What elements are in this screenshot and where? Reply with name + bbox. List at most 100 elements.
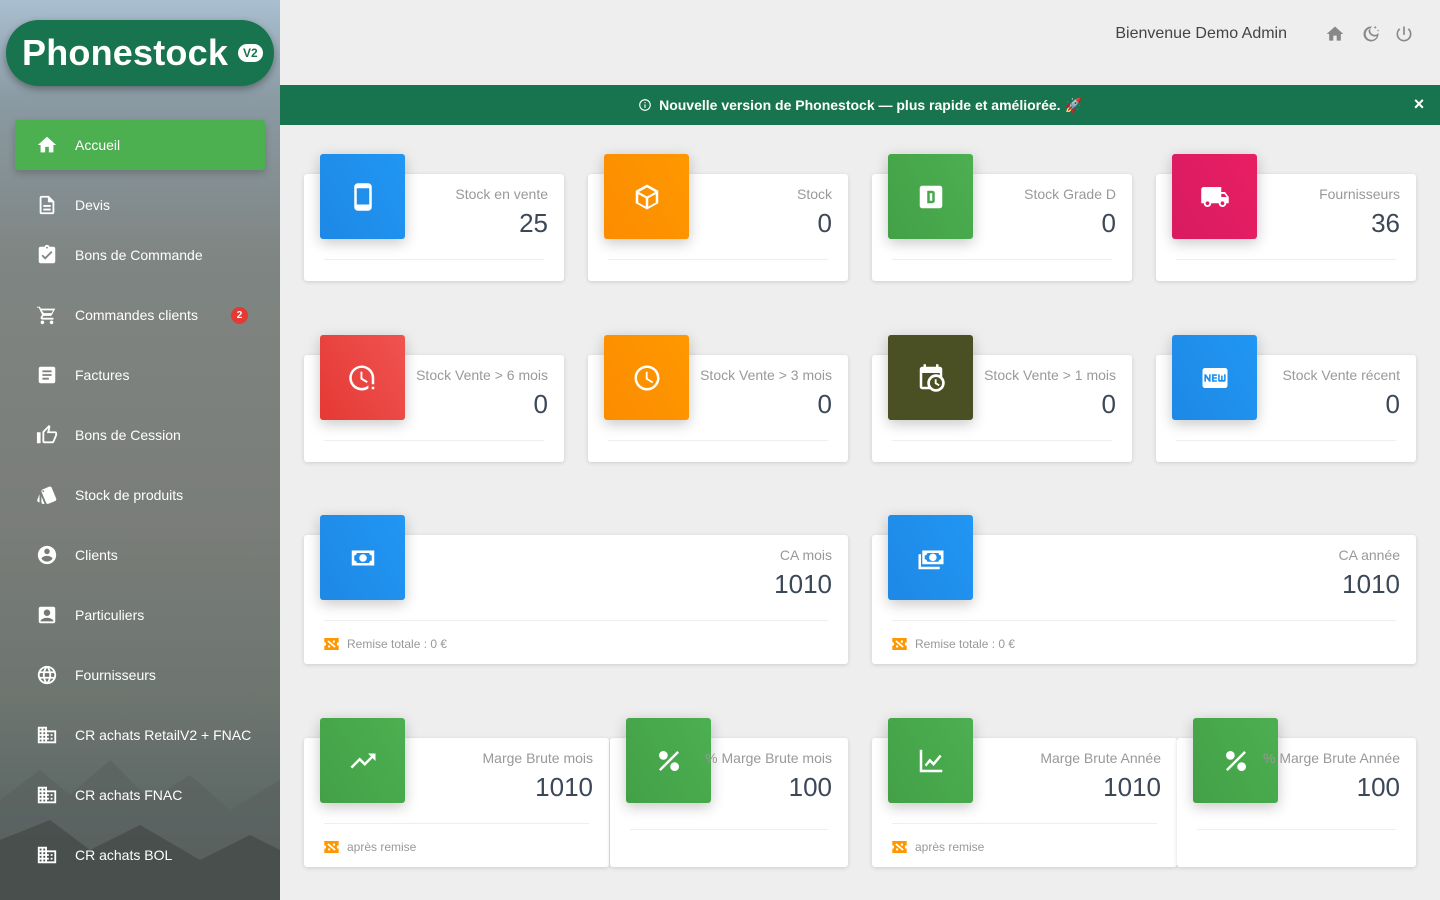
sidebar-item-label: CR achats RetailV2 + FNAC	[75, 727, 252, 743]
sidebar-item-clients[interactable]: Clients	[15, 530, 265, 580]
power-icon[interactable]	[1394, 24, 1416, 46]
card-marge-brute-annee[interactable]: Marge Brute Année 1010 après remise	[872, 718, 1177, 867]
app-logo[interactable]: Phonestock V2	[6, 20, 274, 86]
home-icon	[32, 133, 62, 157]
card-value: 1010	[1342, 569, 1400, 599]
card-label: CA année	[1338, 547, 1401, 563]
sidebar-item-label: CR achats BOL	[75, 847, 173, 863]
discount-icon	[324, 638, 339, 650]
card-label: Stock en vente	[455, 186, 548, 202]
card-label: Marge Brute mois	[482, 750, 593, 766]
card-stock-vente-recent[interactable]: Stock Vente récent 0	[1156, 335, 1416, 462]
card-stock-en-vente[interactable]: Stock en vente 25	[304, 154, 564, 281]
thumbs-up-icon	[32, 423, 62, 447]
sidebar-item-label: Fournisseurs	[75, 667, 156, 683]
card-divider	[892, 440, 1112, 441]
sidebar-item-label: CR achats FNAC	[75, 787, 183, 803]
banner-text: Nouvelle version de Phonestock — plus ra…	[659, 96, 1082, 113]
sidebar-item-label: Devis	[75, 197, 111, 213]
card-pct-marge-brute-mois[interactable]: % Marge Brute mois 100	[610, 718, 848, 867]
card-divider	[1176, 440, 1396, 441]
clock-icon	[604, 335, 689, 420]
card-label: % Marge Brute mois	[705, 750, 832, 766]
discount-icon	[892, 638, 907, 650]
card-divider	[608, 259, 828, 260]
card-label: Stock Vente > 1 mois	[984, 367, 1116, 383]
sidebar-item-commandes-clients[interactable]: Commandes clients 2	[15, 290, 265, 340]
card-footer-text: Remise totale : 0 €	[347, 637, 448, 651]
card-footer: après remise	[892, 840, 984, 854]
cash-multiple-icon	[888, 515, 973, 600]
card-divider	[324, 259, 544, 260]
sidebar-item-cr-achats-fnac[interactable]: CR achats FNAC	[15, 770, 265, 820]
card-label: CA mois	[779, 547, 832, 563]
card-footer: après remise	[324, 840, 416, 854]
card-label: Stock Grade D	[1024, 186, 1116, 202]
card-label: % Marge Brute Année	[1263, 750, 1400, 766]
card-label: Fournisseurs	[1319, 186, 1400, 202]
trending-up-icon	[320, 718, 405, 803]
contact-card-icon	[32, 603, 62, 627]
app-name: Phonestock	[22, 32, 229, 73]
clipboard-check-icon	[32, 243, 62, 267]
account-circle-icon	[32, 543, 62, 567]
sidebar-item-cr-achats-bol[interactable]: CR achats BOL	[15, 830, 265, 880]
info-icon	[639, 99, 651, 111]
night-mode-icon[interactable]	[1361, 24, 1383, 46]
card-pct-marge-brute-annee[interactable]: % Marge Brute Année 100	[1177, 718, 1416, 867]
card-label: Stock Vente > 6 mois	[416, 367, 548, 383]
card-divider	[324, 823, 589, 824]
sidebar-item-label: Bons de Cession	[75, 427, 181, 443]
sidebar-item-label: Particuliers	[75, 607, 145, 623]
card-stock-vente-6-mois[interactable]: Stock Vente > 6 mois 0	[304, 335, 564, 462]
card-footer-text: après remise	[347, 840, 417, 854]
card-value: 1010	[535, 772, 593, 802]
sidebar-item-bons-de-commande[interactable]: Bons de Commande	[15, 230, 265, 280]
sidebar-item-fournisseurs[interactable]: Fournisseurs	[15, 650, 265, 700]
card-value: 0	[1385, 389, 1400, 419]
building-icon	[32, 783, 62, 807]
card-stock[interactable]: Stock 0	[588, 154, 848, 281]
card-value: 100	[1356, 772, 1400, 802]
sidebar-item-stock-de-produits[interactable]: Stock de produits	[15, 470, 265, 520]
card-ca-annee[interactable]: CA année 1010 Remise totale : 0 €	[872, 515, 1416, 664]
card-value: 1010	[1103, 772, 1161, 802]
document-icon	[32, 193, 62, 217]
truck-icon	[1172, 154, 1257, 239]
close-icon[interactable]: ×	[1410, 95, 1428, 113]
card-stock-vente-1-mois[interactable]: Stock Vente > 1 mois 0	[872, 335, 1132, 462]
card-divider	[324, 440, 544, 441]
sidebar-item-devis[interactable]: Devis	[15, 180, 265, 230]
logo-area: Phonestock V2	[0, 0, 280, 102]
card-ca-mois[interactable]: CA mois 1010 Remise totale : 0 €	[304, 515, 848, 664]
home-icon[interactable]	[1325, 24, 1347, 46]
card-fournisseurs[interactable]: Fournisseurs 36	[1156, 154, 1416, 281]
card-label: Marge Brute Année	[1040, 750, 1161, 766]
card-divider	[630, 829, 828, 830]
card-divider	[1197, 829, 1396, 830]
sidebar-item-particuliers[interactable]: Particuliers	[15, 590, 265, 640]
sidebar-item-cr-achats-retailv2-fnac[interactable]: CR achats RetailV2 + FNAC	[15, 710, 265, 760]
card-marge-brute-mois[interactable]: Marge Brute mois 1010 après remise	[304, 718, 609, 867]
sidebar: Phonestock V2 Accueil Devis Bons de Comm…	[0, 0, 280, 900]
chart-line-icon	[888, 718, 973, 803]
sidebar-item-label: Commandes clients	[75, 307, 198, 323]
clock-alert-icon	[320, 335, 405, 420]
sidebar-item-bons-de-cession[interactable]: Bons de Cession	[15, 410, 265, 460]
card-footer-text: Remise totale : 0 €	[915, 637, 1016, 651]
card-value: 0	[1101, 208, 1116, 238]
card-value: 0	[1101, 389, 1116, 419]
card-divider	[892, 620, 1396, 621]
sidebar-item-factures[interactable]: Factures	[15, 350, 265, 400]
sidebar-item-label: Bons de Commande	[75, 247, 203, 263]
cards-icon	[32, 483, 62, 507]
card-divider	[1176, 259, 1396, 260]
card-value: 0	[817, 208, 832, 238]
card-divider	[324, 620, 828, 621]
card-stock-grade-d[interactable]: Stock Grade D 0	[872, 154, 1132, 281]
sidebar-item-label: Clients	[75, 547, 118, 563]
card-value: 0	[817, 389, 832, 419]
card-stock-vente-3-mois[interactable]: Stock Vente > 3 mois 0	[588, 335, 848, 462]
sidebar-item-accueil[interactable]: Accueil	[15, 120, 265, 170]
card-footer: Remise totale : 0 €	[324, 637, 447, 651]
